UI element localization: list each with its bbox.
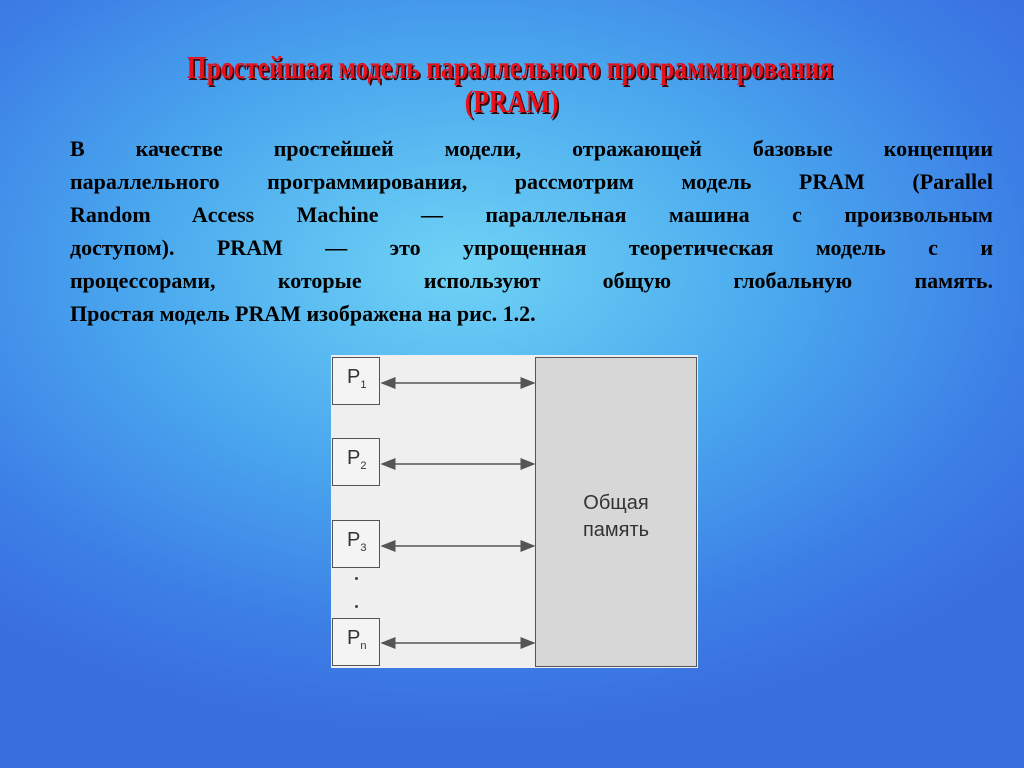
processor-box-1: P1 bbox=[332, 357, 380, 405]
processor-box-3: P3 bbox=[332, 520, 380, 568]
processor-label: P bbox=[347, 447, 361, 469]
slide-title-line1: Простейшая модель параллельного программ… bbox=[0, 50, 1022, 84]
processor-index: n bbox=[360, 640, 367, 652]
body-line: параллельного программирования, рассмотр… bbox=[70, 169, 993, 194]
ellipsis-dot bbox=[355, 577, 358, 580]
body-line: Random Access Machine — параллельная маш… bbox=[70, 202, 993, 227]
shared-memory-box: Общая память bbox=[535, 357, 697, 667]
processor-box-2: P2 bbox=[332, 438, 380, 486]
ellipsis-dot bbox=[355, 605, 358, 608]
pram-diagram: P1 P2 P3 Pn Общая память bbox=[331, 355, 698, 668]
processor-label: P bbox=[347, 366, 361, 388]
processor-index: 1 bbox=[360, 379, 367, 391]
body-line: Простая модель PRAM изображена на рис. 1… bbox=[70, 301, 536, 326]
title-text: Простейшая модель параллельного программ… bbox=[186, 49, 834, 85]
processor-label: P bbox=[347, 627, 361, 649]
title-text: (PRAM) bbox=[465, 83, 559, 119]
body-line: В качестве простейшей модели, отражающей… bbox=[70, 136, 993, 161]
processor-box-n: Pn bbox=[332, 618, 380, 666]
processor-index: 3 bbox=[360, 542, 367, 554]
processor-index: 2 bbox=[360, 460, 367, 472]
slide-title-line2: (PRAM) bbox=[0, 84, 1024, 118]
processor-label: P bbox=[347, 529, 361, 551]
slide-body-text: В качестве простейшей модели, отражающей… bbox=[70, 132, 993, 330]
body-line: процессорами, которые используют общую г… bbox=[70, 268, 993, 293]
memory-label: Общая bbox=[583, 492, 649, 514]
body-line: доступом). PRAM — это упрощенная теорети… bbox=[70, 235, 993, 260]
memory-label: память bbox=[582, 519, 650, 541]
